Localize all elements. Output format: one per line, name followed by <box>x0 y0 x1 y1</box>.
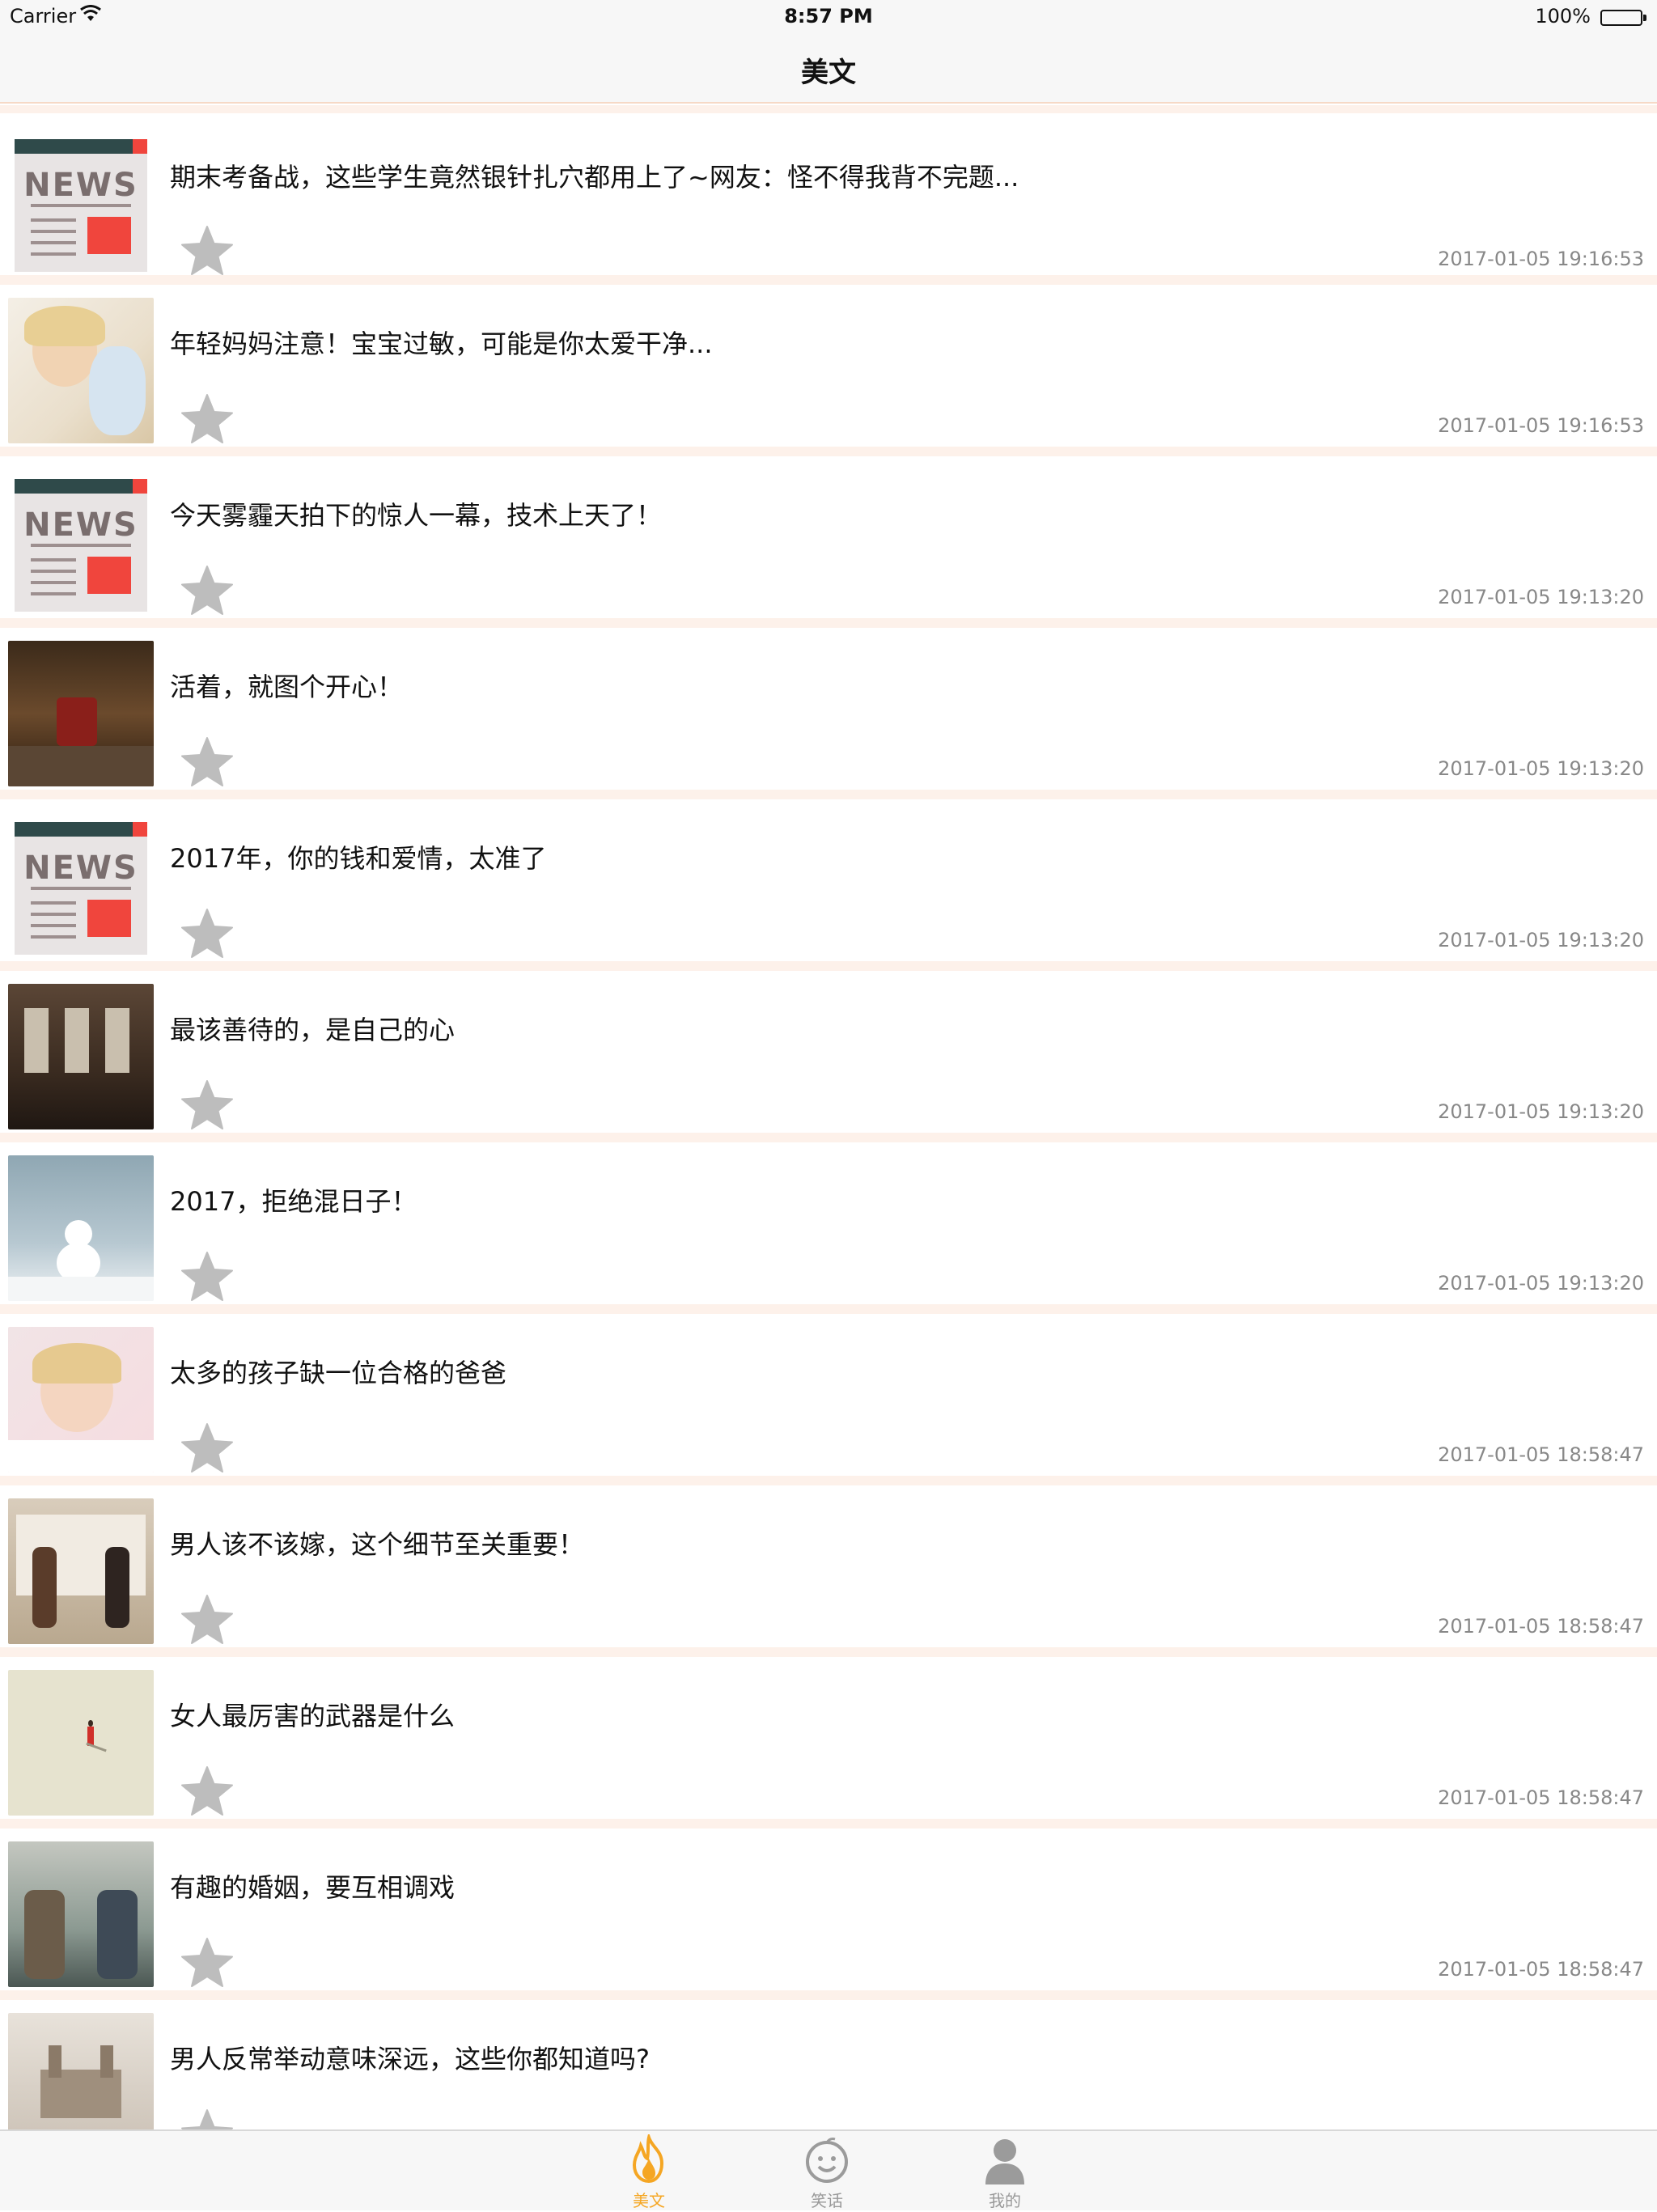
article-row[interactable]: 女人最厉害的武器是什么 2017-01-05 18:58:47 <box>0 1657 1657 1829</box>
article-timestamp: 2017-01-05 18:58:47 <box>1438 1958 1644 1981</box>
tab-profile-label: 我的 <box>989 2191 1021 2210</box>
article-thumbnail <box>8 641 154 786</box>
star-icon[interactable] <box>178 1419 236 1477</box>
article-title: 活着，就图个开心！ <box>170 672 404 702</box>
star-icon[interactable] <box>178 905 236 963</box>
article-timestamp: 2017-01-05 19:13:20 <box>1438 757 1644 780</box>
svg-text:NEWS: NEWS <box>23 167 138 204</box>
star-icon[interactable] <box>178 561 236 620</box>
person-icon <box>981 2134 1029 2186</box>
tab-articles-label: 美文 <box>633 2191 665 2210</box>
star-icon[interactable] <box>178 1591 236 1649</box>
star-icon[interactable] <box>178 390 236 448</box>
svg-text:NEWS: NEWS <box>23 850 138 887</box>
article-row[interactable]: 太多的孩子缺一位合格的爸爸 2017-01-05 18:58:47 <box>0 1314 1657 1485</box>
article-title: 2017年，你的钱和爱情，太准了 <box>170 843 547 874</box>
star-icon[interactable] <box>178 1934 236 1992</box>
article-thumbnail: NEWS <box>8 129 154 275</box>
article-row[interactable]: NEWS 期末考备战，这些学生竟然银针扎穴都用上了~网友：怪不得我背不完题...… <box>0 105 1657 285</box>
tab-jokes[interactable]: 笑话 <box>778 2131 875 2212</box>
article-title: 2017，拒绝混日子！ <box>170 1186 417 1217</box>
article-title: 今天雾霾天拍下的惊人一幕，技术上天了！ <box>170 500 663 531</box>
article-title: 太多的孩子缺一位合格的爸爸 <box>170 1358 507 1388</box>
article-thumbnail <box>8 1670 154 1816</box>
article-thumbnail <box>8 1327 154 1473</box>
smiley-icon <box>803 2134 851 2186</box>
article-title: 男人该不该嫁，这个细节至关重要！ <box>170 1529 585 1560</box>
article-timestamp: 2017-01-05 18:58:47 <box>1438 1443 1644 1466</box>
article-thumbnail: NEWS <box>8 812 154 958</box>
article-thumbnail <box>8 1841 154 1987</box>
flame-icon <box>625 2131 673 2186</box>
article-timestamp: 2017-01-05 18:58:47 <box>1438 1786 1644 1809</box>
article-timestamp: 2017-01-05 19:13:20 <box>1438 1100 1644 1123</box>
tab-jokes-label: 笑话 <box>811 2191 843 2210</box>
article-timestamp: 2017-01-05 18:58:47 <box>1438 1615 1644 1638</box>
article-thumbnail <box>8 298 154 443</box>
status-bar: Carrier 8:57 PM 100% <box>0 0 1657 32</box>
article-row[interactable]: 2017，拒绝混日子！ 2017-01-05 19:13:20 <box>0 1142 1657 1314</box>
article-thumbnail: NEWS <box>8 469 154 615</box>
battery-percentage: 100% <box>1535 5 1591 28</box>
article-title: 男人反常举动意味深远，这些你都知道吗? <box>170 2044 650 2074</box>
article-row[interactable]: 活着，就图个开心！ 2017-01-05 19:13:20 <box>0 628 1657 799</box>
article-title: 最该善待的，是自己的心 <box>170 1015 456 1045</box>
navigation-bar: 美文 <box>0 32 1657 104</box>
article-timestamp: 2017-01-05 19:16:53 <box>1438 414 1644 437</box>
star-icon[interactable] <box>178 1248 236 1306</box>
tab-profile[interactable]: 我的 <box>956 2131 1053 2212</box>
article-thumbnail <box>8 984 154 1129</box>
article-timestamp: 2017-01-05 19:16:53 <box>1438 248 1644 270</box>
article-list[interactable]: NEWS 期末考备战，这些学生竟然银针扎穴都用上了~网友：怪不得我背不完题...… <box>0 105 1657 2129</box>
star-icon[interactable] <box>178 1762 236 1820</box>
article-timestamp: 2017-01-05 19:13:20 <box>1438 1272 1644 1295</box>
article-row[interactable]: 男人该不该嫁，这个细节至关重要！ 2017-01-05 18:58:47 <box>0 1485 1657 1657</box>
tab-articles[interactable]: 美文 <box>600 2131 697 2212</box>
svg-text:NEWS: NEWS <box>23 506 138 544</box>
star-icon[interactable] <box>178 733 236 791</box>
article-timestamp: 2017-01-05 19:13:20 <box>1438 929 1644 951</box>
article-row[interactable]: 年轻妈妈注意！宝宝过敏，可能是你太爱干净... 2017-01-05 19:16… <box>0 285 1657 456</box>
article-row[interactable]: 有趣的婚姻，要互相调戏 2017-01-05 18:58:47 <box>0 1829 1657 2000</box>
article-row[interactable]: 男人反常举动意味深远，这些你都知道吗? 2017-01-05 14:46:32 <box>0 2000 1657 2129</box>
star-icon[interactable] <box>178 1076 236 1134</box>
tab-bar: 美文 笑话 我的 <box>0 2129 1657 2210</box>
battery-icon <box>1600 10 1646 26</box>
article-title: 年轻妈妈注意！宝宝过敏，可能是你太爱干净... <box>170 328 713 359</box>
article-thumbnail <box>8 1155 154 1301</box>
article-title: 期末考备战，这些学生竟然银针扎穴都用上了~网友：怪不得我背不完题... <box>170 162 1019 193</box>
article-thumbnail <box>8 1498 154 1644</box>
article-thumbnail <box>8 2013 154 2129</box>
article-row[interactable]: NEWS 今天雾霾天拍下的惊人一幕，技术上天了！ 2017-01-05 19:1… <box>0 456 1657 628</box>
article-title: 有趣的婚姻，要互相调戏 <box>170 1872 456 1903</box>
clock: 8:57 PM <box>784 5 873 28</box>
star-icon[interactable] <box>178 2105 236 2129</box>
article-title: 女人最厉害的武器是什么 <box>170 1701 456 1731</box>
article-row[interactable]: NEWS 2017年，你的钱和爱情，太准了 2017-01-05 19:13:2… <box>0 799 1657 971</box>
star-icon[interactable] <box>178 222 236 280</box>
article-row[interactable]: 最该善待的，是自己的心 2017-01-05 19:13:20 <box>0 971 1657 1142</box>
page-title: 美文 <box>801 57 856 89</box>
article-timestamp: 2017-01-05 19:13:20 <box>1438 586 1644 608</box>
